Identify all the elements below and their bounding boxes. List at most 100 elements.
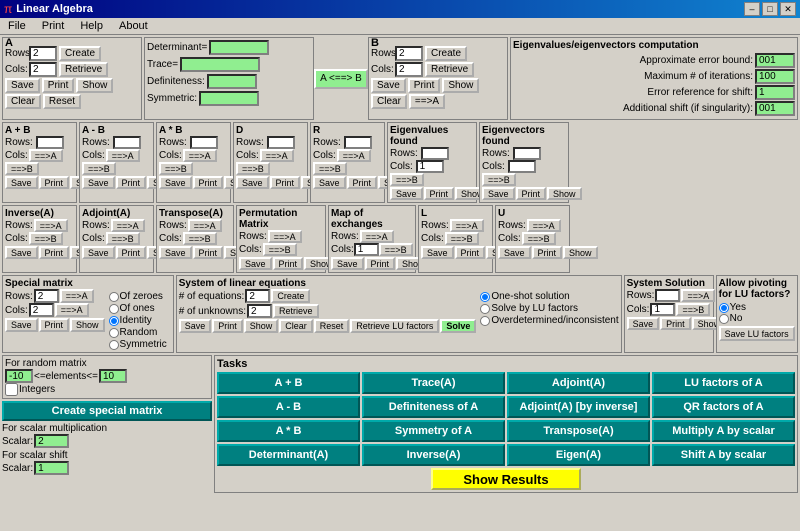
random-max-input[interactable] — [99, 369, 127, 383]
save-lu-button[interactable]: Save LU factors — [719, 326, 795, 341]
d-cols-b[interactable]: ==>B — [236, 162, 270, 175]
r-save[interactable]: Save — [313, 176, 346, 189]
inv-print[interactable]: Print — [39, 246, 70, 259]
tr-rows-a[interactable]: ==>A — [188, 219, 222, 232]
minimize-button[interactable]: – — [744, 2, 760, 16]
l-cols-b[interactable]: ==>B — [445, 232, 479, 245]
matrix-a-print-button[interactable]: Print — [42, 78, 75, 93]
symmetric-input[interactable] — [199, 91, 259, 106]
max-iter-input[interactable] — [755, 69, 795, 84]
sys-print[interactable]: Print — [212, 319, 243, 333]
adj-save[interactable]: Save — [82, 246, 115, 259]
task-inverse[interactable]: Inverse(A) — [362, 444, 505, 466]
num-unk-input[interactable] — [247, 304, 272, 318]
radio-lu[interactable]: Solve by LU factors — [480, 303, 618, 314]
amb-cols-a[interactable]: ==>A — [106, 149, 140, 162]
r-rows[interactable] — [344, 136, 372, 149]
maximize-button[interactable]: □ — [762, 2, 778, 16]
radio-oneshot[interactable]: One-shot solution — [480, 291, 618, 302]
l-save[interactable]: Save — [421, 246, 454, 259]
sys-retrieve-lu[interactable]: Retrieve LU factors — [350, 319, 439, 333]
matrix-a-cols-input[interactable] — [29, 62, 57, 77]
r-cols-a[interactable]: ==>A — [337, 149, 371, 162]
map-print[interactable]: Print — [365, 257, 396, 270]
matrix-b-save-button[interactable]: Save — [371, 78, 406, 93]
task-amb[interactable]: A - B — [217, 396, 360, 418]
d-cols-a[interactable]: ==>A — [260, 149, 294, 162]
inv-save[interactable]: Save — [5, 246, 38, 259]
matrix-a-clear-button[interactable]: Clear — [5, 94, 41, 109]
eigenval-print[interactable]: Print — [424, 187, 455, 200]
task-eigen[interactable]: Eigen(A) — [507, 444, 650, 466]
show-results-button[interactable]: Show Results — [431, 468, 581, 490]
matrix-b-clear-button[interactable]: Clear — [371, 94, 407, 109]
eigenval-cols-b[interactable]: ==>B — [390, 173, 424, 186]
l-print[interactable]: Print — [455, 246, 486, 259]
sp-cols-arrow[interactable]: ==>A — [55, 303, 89, 317]
matrix-a-show-button[interactable]: Show — [76, 78, 113, 93]
task-multiply-scalar[interactable]: Multiply A by scalar — [652, 420, 795, 442]
task-adjoint[interactable]: Adjoint(A) — [507, 372, 650, 394]
u-rows-a[interactable]: ==>A — [527, 219, 561, 232]
task-trace[interactable]: Trace(A) — [362, 372, 505, 394]
r-print[interactable]: Print — [347, 176, 378, 189]
task-definiteness[interactable]: Definiteness of A — [362, 396, 505, 418]
eigenvec-cols-b[interactable]: ==>B — [482, 173, 516, 186]
sys-create-button[interactable]: Create — [271, 289, 310, 303]
error-ref-input[interactable] — [755, 85, 795, 100]
u-save[interactable]: Save — [498, 246, 531, 259]
sol-rows[interactable] — [655, 289, 680, 302]
u-cols-b[interactable]: ==>B — [522, 232, 556, 245]
approx-error-input[interactable] — [755, 53, 795, 68]
task-atb[interactable]: A * B — [217, 420, 360, 442]
sp-show[interactable]: Show — [70, 318, 105, 332]
matrix-b-cols-input[interactable] — [395, 62, 423, 77]
matrix-a-save-button[interactable]: Save — [5, 78, 40, 93]
matrix-b-show-button[interactable]: Show — [442, 78, 479, 93]
tr-cols-b[interactable]: ==>B — [183, 232, 217, 245]
matrix-a-retrieve-button[interactable]: Retrieve — [59, 62, 108, 77]
apb-save[interactable]: Save — [5, 176, 38, 189]
sol-save[interactable]: Save — [627, 317, 660, 330]
tr-save[interactable]: Save — [159, 246, 192, 259]
d-save[interactable]: Save — [236, 176, 269, 189]
radio-ones[interactable]: Of ones — [109, 303, 167, 314]
eigenvec-print[interactable]: Print — [516, 187, 547, 200]
task-apb[interactable]: A + B — [217, 372, 360, 394]
amb-save[interactable]: Save — [82, 176, 115, 189]
perm-save[interactable]: Save — [239, 257, 272, 270]
eigenvec-cols[interactable] — [508, 160, 536, 173]
num-eq-input[interactable] — [245, 289, 270, 303]
sys-save[interactable]: Save — [179, 319, 212, 333]
matrix-a-create-button[interactable]: Create — [59, 46, 101, 61]
radio-random[interactable]: Random — [109, 327, 167, 338]
eigenvec-show[interactable]: Show — [547, 187, 582, 200]
scalar-shift-input[interactable] — [34, 461, 69, 475]
d-rows[interactable] — [267, 136, 295, 149]
apb-rows[interactable] — [36, 136, 64, 149]
r-cols-b[interactable]: ==>B — [313, 162, 347, 175]
l-rows-a[interactable]: ==>A — [450, 219, 484, 232]
sol-cols-b[interactable]: ==>B — [676, 303, 710, 316]
map-rows-a[interactable]: ==>A — [360, 230, 394, 243]
u-print[interactable]: Print — [532, 246, 563, 259]
amb-cols-b[interactable]: ==>B — [82, 162, 116, 175]
eigenval-cols[interactable] — [416, 160, 444, 173]
menu-about[interactable]: About — [115, 19, 152, 33]
sp-print[interactable]: Print — [39, 318, 70, 332]
sp-rows-input[interactable] — [34, 289, 59, 303]
matrix-b-retrieve-button[interactable]: Retrieve — [425, 62, 474, 77]
sol-rows-a[interactable]: ==>A — [681, 289, 715, 302]
atb-save[interactable]: Save — [159, 176, 192, 189]
task-determinant[interactable]: Determinant(A) — [217, 444, 360, 466]
amb-rows[interactable] — [113, 136, 141, 149]
atb-cols-b[interactable]: ==>B — [159, 162, 193, 175]
task-qr-factors[interactable]: QR factors of A — [652, 396, 795, 418]
sp-rows-arrow[interactable]: ==>A — [60, 289, 94, 303]
perm-print[interactable]: Print — [273, 257, 304, 270]
sp-cols-input[interactable] — [29, 303, 54, 317]
menu-file[interactable]: File — [4, 19, 30, 33]
apb-print[interactable]: Print — [39, 176, 70, 189]
atb-rows[interactable] — [190, 136, 218, 149]
d-print[interactable]: Print — [270, 176, 301, 189]
